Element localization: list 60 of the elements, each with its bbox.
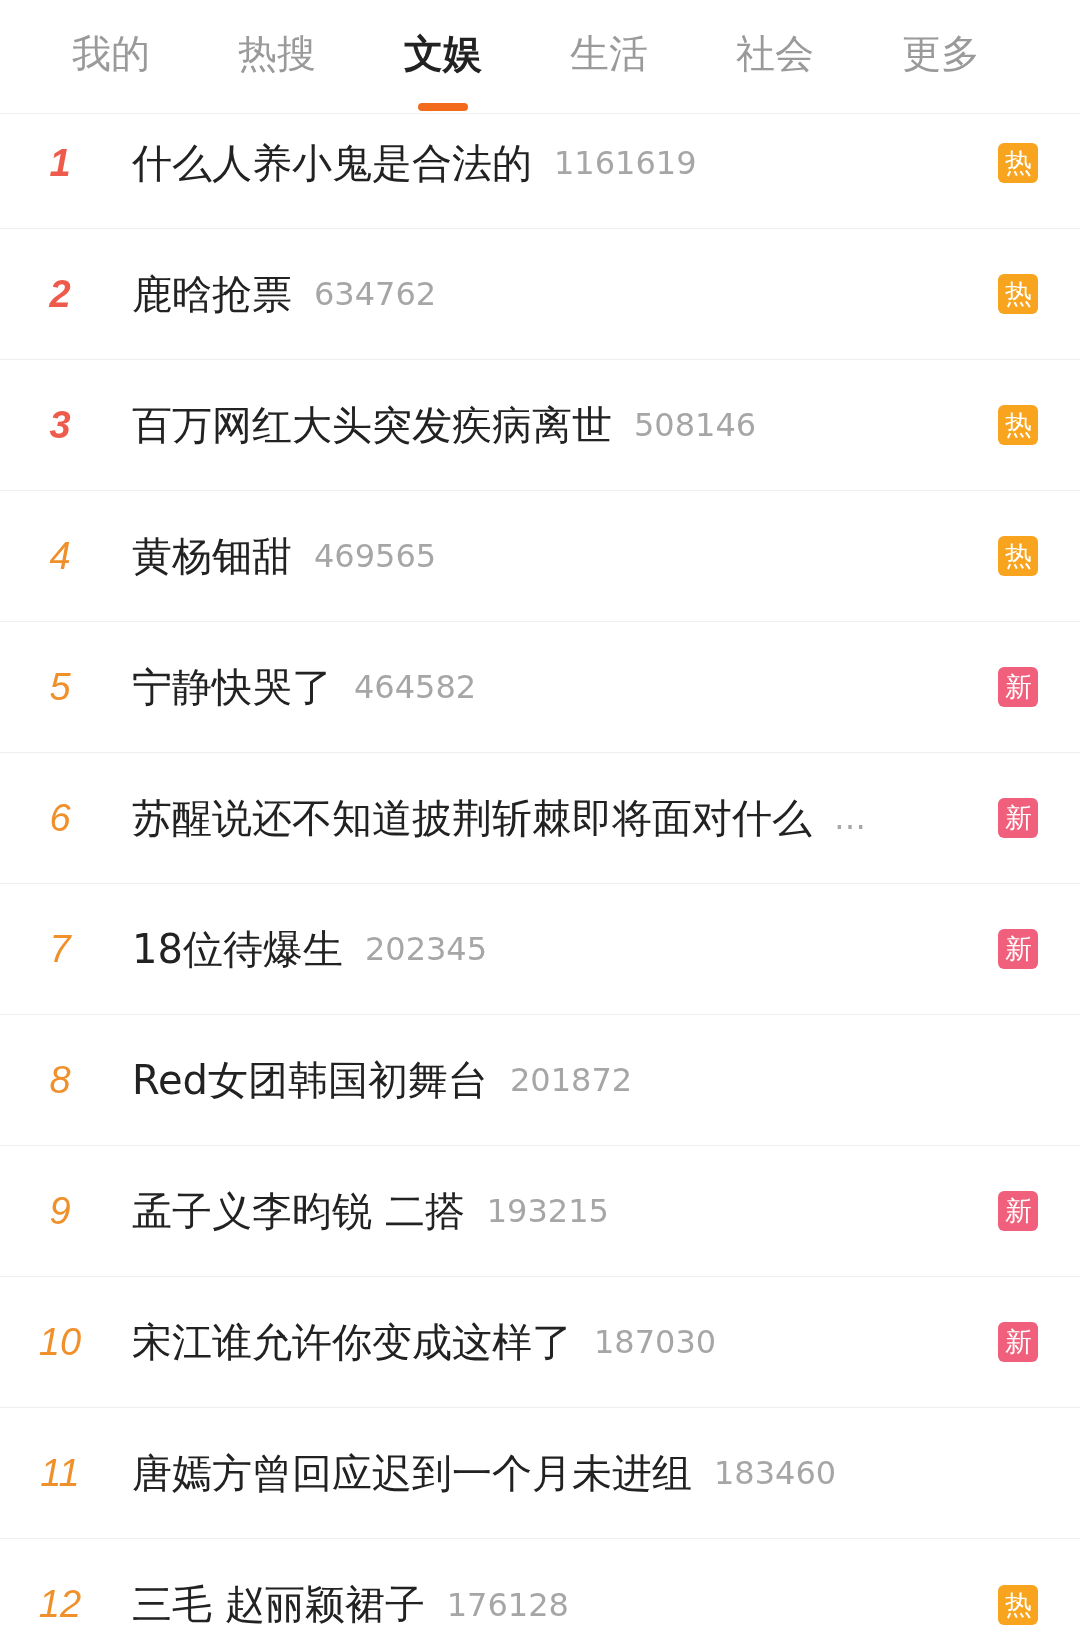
topic-title: 百万网红大头突发疾病离世 [132, 400, 612, 450]
list-row[interactable]: 12 三毛 赵丽颖裙子 176128 热 [0, 1539, 1080, 1637]
heat-count: 176128 [446, 1585, 569, 1624]
topic-title: 宋江谁允许你变成这样了 [132, 1317, 572, 1367]
rank-number: 4 [48, 534, 72, 578]
hot-badge: 热 [998, 1584, 1038, 1625]
topic-title: 宁静快哭了 [132, 662, 332, 712]
topic-title: 黄杨钿甜 [132, 531, 292, 581]
topic-title: 孟子义李昀锐 二搭 [132, 1186, 465, 1236]
topic-title: 18位待爆生 [132, 924, 343, 974]
heat-count: 202345 [364, 930, 488, 968]
rank-number: 12 [37, 1583, 83, 1626]
new-badge: 新 [998, 1322, 1038, 1362]
list-row[interactable]: 2 鹿晗抢票 634762 热 [0, 229, 1080, 360]
hot-badge: 热 [998, 274, 1038, 314]
heat-count: … [834, 799, 866, 837]
heat-count: 187030 [594, 1323, 717, 1361]
heat-count: 201872 [510, 1061, 633, 1099]
list-row[interactable]: 6 苏醒说还不知道披荆斩棘即将面对什么 … 新 [0, 753, 1080, 884]
list-row[interactable]: 8 Red女团韩国初舞台 201872 [0, 1015, 1080, 1146]
hot-badge: 热 [998, 143, 1038, 183]
list-row[interactable]: 9 孟子义李昀锐 二搭 193215 新 [0, 1146, 1080, 1277]
tab-indicator [418, 102, 468, 111]
topic-title: Red女团韩国初舞台 [132, 1055, 488, 1105]
list-row[interactable]: 3 百万网红大头突发疾病离世 508146 热 [0, 360, 1080, 491]
list-row[interactable]: 1 什么人养小鬼是合法的 1161619 热 [0, 114, 1080, 229]
rank-number: 11 [39, 1451, 81, 1495]
topic-title: 三毛 赵丽颖裙子 [132, 1580, 425, 1629]
heat-count: 1161619 [554, 144, 697, 182]
new-badge: 新 [998, 798, 1038, 838]
heat-count: 508146 [634, 406, 757, 444]
heat-count: 469565 [314, 537, 437, 575]
new-badge: 新 [998, 1191, 1038, 1231]
rank-number: 8 [48, 1058, 72, 1102]
heat-count: 183460 [714, 1454, 837, 1492]
new-badge: 新 [998, 667, 1038, 707]
topic-title: 什么人养小鬼是合法的 [132, 138, 532, 188]
list-row[interactable]: 7 18位待爆生 202345 新 [0, 884, 1080, 1015]
topic-title: 鹿晗抢票 [132, 269, 292, 319]
rank-number: 9 [48, 1189, 72, 1233]
rank-number: 3 [48, 403, 72, 447]
rank-number: 7 [48, 927, 73, 971]
list-row[interactable]: 11 唐嫣方曾回应迟到一个月未进组 183460 [0, 1408, 1080, 1539]
topic-title: 苏醒说还不知道披荆斩棘即将面对什么 [132, 793, 812, 843]
new-badge: 新 [998, 929, 1038, 969]
heat-count: 193215 [486, 1192, 609, 1230]
hot-badge: 热 [998, 536, 1038, 576]
rank-number: 1 [48, 141, 72, 185]
list-row[interactable]: 4 黄杨钿甜 469565 热 [0, 491, 1080, 622]
topic-title: 唐嫣方曾回应迟到一个月未进组 [132, 1448, 692, 1498]
list-row[interactable]: 5 宁静快哭了 464582 新 [0, 622, 1080, 753]
heat-count: 634762 [314, 275, 437, 313]
list-row[interactable]: 10 宋江谁允许你变成这样了 187030 新 [0, 1277, 1080, 1408]
heat-count: 464582 [354, 668, 477, 706]
hot-badge: 热 [998, 405, 1038, 445]
rank-number: 5 [48, 665, 72, 709]
rank-number: 6 [48, 796, 72, 840]
rank-number: 10 [37, 1320, 83, 1364]
tab[interactable]: 文娱 [360, 16, 526, 97]
rank-number: 2 [48, 272, 72, 316]
